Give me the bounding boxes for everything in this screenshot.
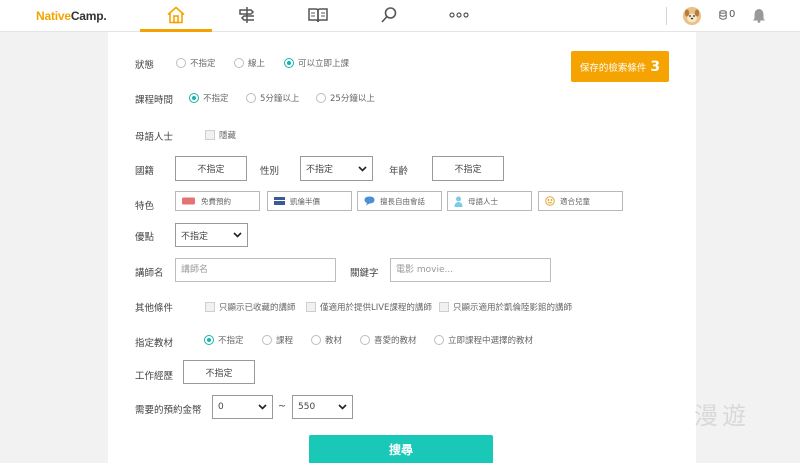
material-option-any[interactable]: 不指定	[204, 334, 244, 346]
top-navigation-bar: NativeCamp. 0	[0, 0, 800, 32]
gender-label: 性別	[260, 166, 280, 177]
strength-select[interactable]: 不指定	[175, 223, 248, 247]
teacher-name-label: 講師名	[135, 268, 164, 279]
nav-home[interactable]	[164, 4, 188, 26]
ticket-icon	[182, 197, 195, 205]
other-conditions-label: 其他條件	[135, 303, 174, 314]
price-max-select[interactable]: 550	[292, 395, 353, 419]
material-label: 指定教材	[135, 338, 174, 349]
saved-search-count: 3	[650, 58, 661, 75]
keyword-input[interactable]	[390, 258, 551, 282]
nationality-label: 國籍	[135, 166, 155, 177]
feature-chip-free-booking[interactable]: 免費預約	[175, 191, 260, 211]
nav-lessons[interactable]	[235, 4, 259, 26]
status-label: 狀態	[135, 60, 155, 71]
avatar[interactable]	[683, 7, 701, 25]
chevron-down-icon	[233, 232, 242, 238]
duration-label: 課程時間	[135, 95, 174, 106]
strength-label: 優點	[135, 232, 155, 243]
price-label: 需要的預約金幣	[135, 405, 202, 416]
teacher-name-input[interactable]	[175, 258, 336, 282]
person-icon	[454, 196, 463, 207]
material-option-textbook[interactable]: 教材	[311, 334, 342, 346]
book-icon	[308, 8, 328, 23]
search-button[interactable]: 搜尋	[309, 435, 493, 463]
gender-select[interactable]: 不指定	[300, 156, 373, 181]
kids-theater-checkbox[interactable]: 只顯示適用於凱倫陸影館的講師	[439, 301, 572, 313]
dog-avatar-icon	[683, 7, 701, 25]
chevron-down-icon	[258, 404, 267, 410]
nationality-select[interactable]: 不指定	[175, 156, 247, 181]
age-select[interactable]: 不指定	[432, 156, 504, 181]
status-option-any[interactable]: 不指定	[176, 57, 216, 69]
live-lesson-checkbox[interactable]: 僅適用於提供LIVE課程的講師	[306, 301, 432, 313]
duration-option-any[interactable]: 不指定	[189, 92, 229, 104]
native-speaker-hide-checkbox[interactable]: 隱藏	[205, 129, 236, 141]
smile-icon	[545, 196, 555, 206]
price-range-separator: ~	[278, 401, 286, 412]
nav-materials[interactable]	[306, 4, 330, 26]
feature-chip-half-price[interactable]: 凱倫半價	[267, 191, 352, 211]
status-option-available-now[interactable]: 可以立即上課	[284, 57, 349, 69]
watermark: 漫遊	[694, 402, 750, 430]
material-option-instant-lesson[interactable]: 立即課程中選擇的教材	[434, 334, 533, 346]
native-speaker-label: 母語人士	[135, 132, 174, 143]
chat-icon	[364, 196, 375, 206]
duration-option-5min[interactable]: 5分鐘以上	[246, 92, 299, 104]
favorites-only-checkbox[interactable]: 只顯示已收藏的講師	[205, 301, 296, 313]
flag-icon	[274, 197, 285, 205]
feature-chip-free-conversation[interactable]: 擅長自由會話	[357, 191, 442, 211]
search-icon	[381, 7, 397, 23]
nav-more[interactable]	[447, 4, 471, 26]
material-option-course[interactable]: 課程	[262, 334, 293, 346]
coin-stack-icon	[719, 9, 727, 20]
home-icon	[167, 6, 185, 24]
feature-chip-kids[interactable]: 適合兒童	[538, 191, 623, 211]
keyword-label: 關鍵字	[350, 268, 379, 279]
native-camp-logo[interactable]: NativeCamp.	[36, 9, 107, 23]
signpost-icon	[239, 7, 255, 23]
chevron-down-icon	[338, 404, 347, 410]
experience-label: 工作經歷	[135, 371, 174, 382]
saved-search-button[interactable]: 保存的檢索條件 3	[571, 51, 669, 82]
price-min-select[interactable]: 0	[212, 395, 273, 419]
features-label: 特色	[135, 201, 155, 212]
age-label: 年齡	[389, 166, 409, 177]
coin-count: 0	[729, 9, 736, 20]
duration-option-25min[interactable]: 25分鐘以上	[316, 92, 375, 104]
nav-search[interactable]	[377, 4, 401, 26]
feature-chip-native-speaker[interactable]: 母語人士	[447, 191, 532, 211]
bell-icon	[753, 9, 765, 23]
chevron-down-icon	[358, 165, 367, 172]
material-option-favorite[interactable]: 喜愛的教材	[360, 334, 417, 346]
status-option-online[interactable]: 線上	[234, 57, 265, 69]
more-icon	[449, 12, 469, 18]
coin-balance[interactable]: 0	[719, 9, 735, 20]
notifications-button[interactable]	[752, 8, 766, 26]
experience-select[interactable]: 不指定	[183, 360, 255, 384]
header-divider	[666, 7, 667, 25]
